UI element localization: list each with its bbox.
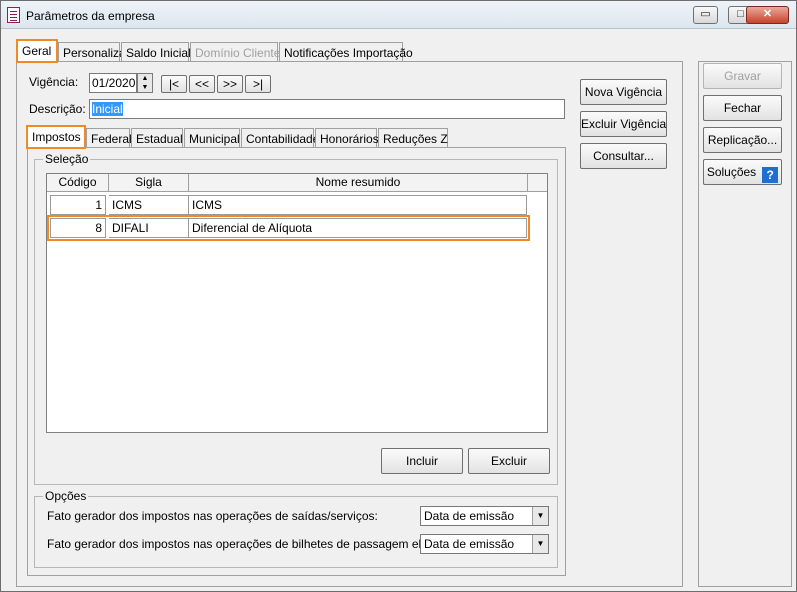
column-header-filler — [528, 174, 547, 192]
column-header-sigla[interactable]: Sigla — [109, 174, 189, 192]
opcao-saidas-value: Data de emissão — [424, 509, 515, 523]
column-header-codigo[interactable]: Código — [47, 174, 109, 192]
opcao-bilhetes-label: Fato gerador dos impostos nas operações … — [47, 537, 468, 551]
last-vigencia-button[interactable]: >| — [245, 75, 271, 93]
tab-notificacoes-importacao[interactable]: Notificações Importação — [279, 42, 413, 62]
tab-geral[interactable]: Geral — [16, 39, 58, 63]
opcao-saidas-label: Fato gerador dos impostos nas operações … — [47, 509, 378, 523]
window: Parâmetros da empresa ▭ □ ✕ Geral Person… — [0, 0, 797, 592]
column-header-nome-resumido[interactable]: Nome resumido — [189, 174, 528, 192]
tab-impostos[interactable]: Impostos — [26, 125, 86, 149]
spin-down-icon[interactable]: ▼ — [138, 83, 152, 92]
tab-contabilidade[interactable]: Contabilidade — [241, 128, 319, 148]
tab-municipal[interactable]: Municipal — [184, 128, 240, 148]
descricao-label: Descrição: — [29, 102, 86, 116]
right-panel: Gravar Fechar Replicação... Soluções? — [698, 61, 792, 587]
selecao-title: Seleção — [43, 152, 91, 166]
gravar-button[interactable]: Gravar — [703, 63, 782, 89]
selecao-group: Seleção Código Sigla Nome resumido 1 ICM… — [34, 152, 558, 485]
solucoes-button[interactable]: Soluções? — [703, 159, 782, 185]
document-icon — [7, 7, 20, 23]
help-icon: ? — [762, 167, 779, 183]
title-bar: Parâmetros da empresa ▭ □ ✕ — [1, 1, 796, 29]
opcoes-title: Opções — [43, 489, 89, 503]
excluir-vigencia-button[interactable]: Excluir Vigência — [580, 111, 667, 137]
opcao-saidas-select[interactable]: Data de emissão ▼ — [420, 506, 549, 526]
previous-vigencia-button[interactable]: << — [189, 75, 215, 93]
vigencia-label: Vigência: — [29, 75, 79, 89]
descricao-value: Inicial — [92, 102, 123, 116]
row-1-codigo[interactable]: 1 — [50, 195, 106, 215]
incluir-button[interactable]: Incluir — [381, 448, 463, 474]
vigencia-input[interactable]: 01/2020 — [89, 73, 137, 93]
opcao-bilhetes-value: Data de emissão — [424, 537, 515, 551]
row-1-sigla[interactable]: ICMS — [109, 195, 189, 215]
next-vigencia-button[interactable]: >> — [217, 75, 243, 93]
descricao-input[interactable]: Inicial — [89, 99, 565, 119]
geral-panel: Vigência: 01/2020 ▲ ▼ |< << >> >| Descri… — [16, 61, 683, 587]
excluir-button[interactable]: Excluir — [468, 448, 550, 474]
row-1-nome[interactable]: ICMS — [189, 195, 527, 215]
spin-up-icon[interactable]: ▲ — [138, 74, 152, 83]
fechar-button[interactable]: Fechar — [703, 95, 782, 121]
tab-estadual[interactable]: Estadual — [131, 128, 183, 148]
first-vigencia-button[interactable]: |< — [161, 75, 187, 93]
close-button[interactable]: ✕ — [746, 6, 789, 24]
dropdown-arrow-icon[interactable]: ▼ — [532, 507, 548, 525]
row-2-highlight — [47, 215, 530, 241]
tab-dominio-cliente: Domínio Cliente — [190, 42, 280, 62]
nova-vigencia-button[interactable]: Nova Vigência — [580, 79, 667, 105]
vigencia-spinner[interactable]: ▲ ▼ — [137, 73, 153, 93]
window-title: Parâmetros da empresa — [26, 9, 155, 23]
replicacao-button[interactable]: Replicação... — [703, 127, 782, 153]
solucoes-label: Soluções — [706, 165, 757, 179]
impostos-grid[interactable]: Código Sigla Nome resumido 1 ICMS ICMS 8… — [46, 173, 548, 433]
tab-saldo-inicial[interactable]: Saldo Inicial — [121, 42, 191, 62]
impostos-panel: Seleção Código Sigla Nome resumido 1 ICM… — [27, 147, 566, 576]
minimize-button[interactable]: ▭ — [693, 6, 718, 24]
opcao-bilhetes-select[interactable]: Data de emissão ▼ — [420, 534, 549, 554]
tab-honorarios[interactable]: Honorários — [315, 128, 379, 148]
consultar-button[interactable]: Consultar... — [580, 143, 667, 169]
dropdown-arrow-icon[interactable]: ▼ — [532, 535, 548, 553]
tab-reducoes-z[interactable]: Reduções Z — [378, 128, 448, 148]
opcoes-group: Opções Fato gerador dos impostos nas ope… — [34, 489, 558, 568]
tab-personaliza[interactable]: Personaliza — [58, 42, 126, 62]
tab-federal[interactable]: Federal — [86, 128, 132, 148]
